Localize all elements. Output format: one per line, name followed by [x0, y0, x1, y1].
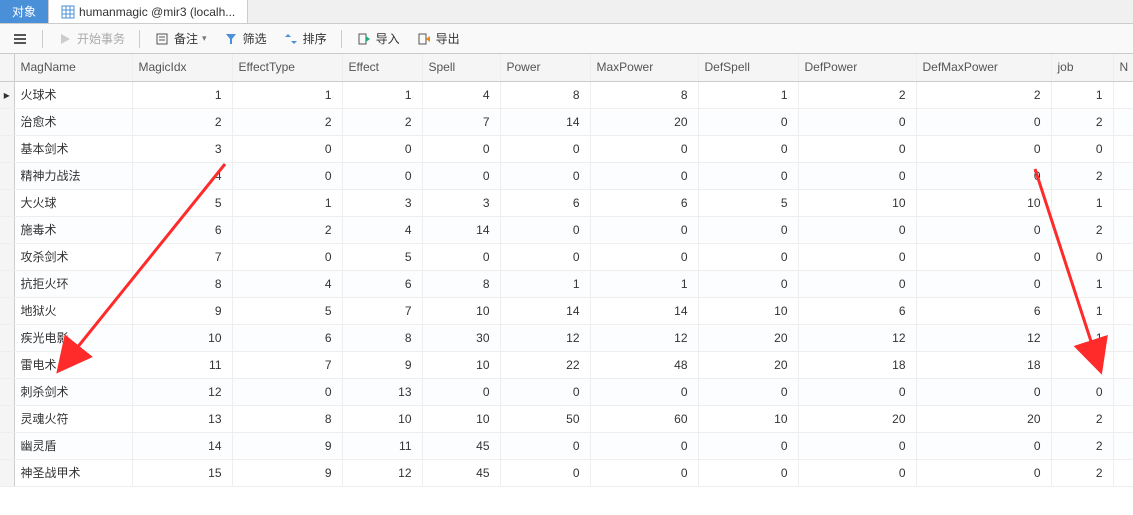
toolbar: 开始事务 备注 ▾ 筛选 排序 导入 导出 [0, 24, 1133, 54]
tab-object[interactable]: 对象 [0, 0, 49, 23]
toolbar-separator [341, 30, 342, 48]
filter-label: 筛选 [243, 30, 267, 47]
menu-button[interactable] [6, 29, 34, 49]
import-icon [356, 31, 372, 47]
toolbar-separator [139, 30, 140, 48]
sort-button[interactable]: 排序 [277, 28, 333, 49]
import-label: 导入 [376, 30, 400, 47]
annotation-arrows [0, 54, 1133, 487]
memo-label: 备注 [174, 30, 198, 47]
tab-table[interactable]: humanmagic @mir3 (localh... [49, 0, 248, 23]
play-icon [57, 31, 73, 47]
import-button[interactable]: 导入 [350, 28, 406, 49]
note-icon [154, 31, 170, 47]
sort-label: 排序 [303, 30, 327, 47]
export-button[interactable]: 导出 [410, 28, 466, 49]
funnel-icon [223, 31, 239, 47]
sort-icon [283, 31, 299, 47]
menu-icon [12, 31, 28, 47]
tab-bar: 对象 humanmagic @mir3 (localh... [0, 0, 1133, 24]
chevron-down-icon: ▾ [202, 33, 207, 44]
export-label: 导出 [436, 30, 460, 47]
begin-tx-label: 开始事务 [77, 30, 125, 47]
tab-table-label: humanmagic @mir3 (localh... [79, 5, 235, 19]
table-grid-icon [61, 5, 75, 19]
tab-object-label: 对象 [12, 3, 36, 20]
toolbar-separator [42, 30, 43, 48]
data-grid[interactable]: MagName MagicIdx EffectType Effect Spell… [0, 54, 1133, 487]
memo-button[interactable]: 备注 ▾ [148, 28, 213, 49]
filter-button[interactable]: 筛选 [217, 28, 273, 49]
export-icon [416, 31, 432, 47]
begin-transaction-button[interactable]: 开始事务 [51, 28, 131, 49]
